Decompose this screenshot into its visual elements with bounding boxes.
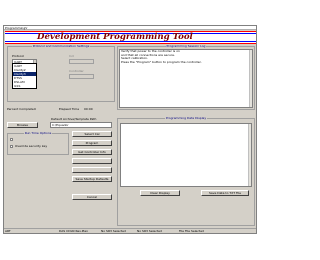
run-options-title: Run Time Options	[23, 131, 53, 135]
data-display-text[interactable]	[120, 123, 252, 187]
clear-display-button[interactable]: Clear Display	[140, 190, 180, 196]
override-security-checkbox[interactable]	[10, 145, 13, 148]
protocol-group-title: Protocol and Communication Settings	[31, 44, 91, 48]
program-button[interactable]: Program	[72, 140, 112, 146]
controller-label: Controller	[69, 69, 84, 73]
cancel-button[interactable]: Cancel	[72, 194, 112, 200]
window-title: ProgrammingV	[5, 26, 28, 30]
status-cell-3: No SR3 Selected	[101, 229, 126, 233]
elapsed-time-value: 00:00	[84, 107, 93, 111]
disabled-button-2[interactable]	[72, 167, 112, 173]
app-title: Development Programming Tool	[37, 32, 193, 42]
status-cell-4: No SR3 Selected	[137, 229, 162, 233]
percent-complete-label: Percent Complete	[7, 107, 34, 111]
data-display-title: Programming Data Display	[164, 116, 208, 120]
status-cell-5: File File Selected	[179, 229, 204, 233]
disabled-button-1[interactable]	[72, 158, 112, 164]
ind-label: Ind	[69, 54, 74, 58]
browse-button[interactable]: Browse	[7, 122, 38, 128]
protocol-dropdown-list[interactable]: UART Clarity2 Clarity3 DTSS DSLAM ILSS	[12, 63, 37, 89]
archive-path-value: C:\Equador	[52, 123, 69, 127]
session-log-text[interactable]: Verify that power to the controller is o…	[119, 49, 253, 108]
percent-complete-value: 0	[34, 107, 36, 111]
protocol-label: Protocol	[12, 54, 25, 58]
save-data-button[interactable]: Save Data to TXT File	[201, 190, 249, 196]
select-cal-button[interactable]: Select Cal	[72, 131, 112, 137]
controller-field[interactable]	[69, 74, 94, 79]
override-security-label: Override security key	[15, 144, 48, 148]
ind-field[interactable]	[69, 59, 94, 64]
save-startup-defaults-button[interactable]: Save Startup Defaults	[72, 176, 112, 182]
protocol-option[interactable]: ILSS	[13, 84, 36, 88]
get-controller-info-button[interactable]: Get Controller Info	[72, 149, 112, 155]
programming-window: ProgrammingV Development Programming Too…	[3, 25, 257, 234]
status-cell-2: DAS CDLN Rev.Plex	[59, 229, 88, 233]
session-log-scrollbar[interactable]	[249, 50, 252, 107]
archive-path-field[interactable]: C:\Equador	[50, 122, 112, 128]
archive-path-title: Default Archive/Template Path	[51, 117, 97, 121]
title-bar: ProgrammingV	[4, 26, 256, 30]
status-bar: ART DAS CDLN Rev.Plex No SR3 Selected No…	[4, 228, 256, 233]
data-display-scrollbar[interactable]	[248, 124, 251, 186]
elapsed-time-label: Elapsed Time	[59, 107, 80, 111]
banner: Development Programming Tool	[5, 31, 256, 44]
status-cell-1: ART	[5, 229, 11, 233]
option1-checkbox[interactable]	[10, 138, 13, 141]
session-log-title: Programming Session Log	[165, 44, 207, 48]
log-line: Press the "Program" button to program th…	[121, 59, 202, 64]
